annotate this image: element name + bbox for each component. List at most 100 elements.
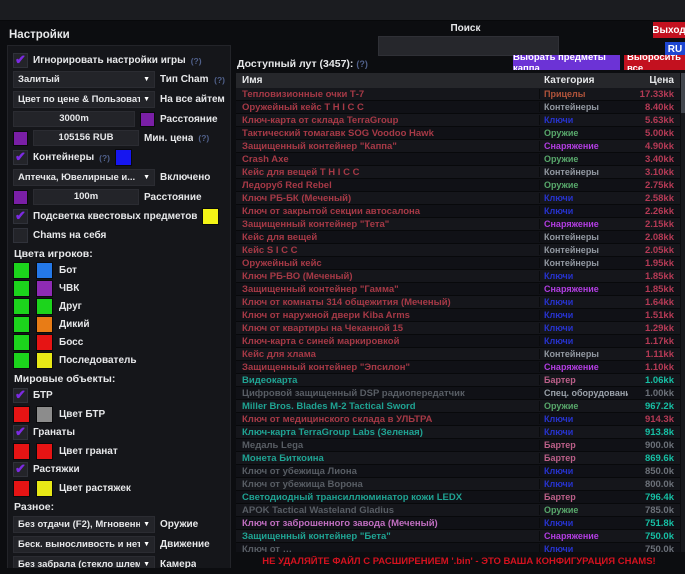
loot-table-row[interactable]: Ключ от убежища ЛионаКлючи850.0k (236, 465, 680, 478)
player-color-swatch-1[interactable] (13, 298, 30, 315)
loot-table-row[interactable]: Ключ от заброшенного завода (Меченый)Клю… (236, 517, 680, 530)
checkbox-checked-icon[interactable]: ✔ (13, 425, 28, 440)
grenade-color-swatch-2[interactable] (36, 443, 53, 460)
loot-table-row[interactable]: Оружейный кейс T H I C CКонтейнеры8.40kk (236, 101, 680, 114)
containers-distance-color-swatch[interactable] (13, 190, 28, 205)
weapon-select[interactable]: Без отдачи (F2), Мгновенное п ▼ (13, 516, 155, 533)
camera-select[interactable]: Без забрала (стекло шлема) ▼ (13, 556, 155, 568)
help-icon[interactable]: (?) (214, 75, 225, 85)
loot-item-price: 2.05kk (628, 245, 680, 256)
player-color-swatch-2[interactable] (36, 352, 53, 369)
loot-table-row[interactable]: Ключ от медицинского склада в УЛЬТРАКлюч… (236, 413, 680, 426)
player-color-swatch-1[interactable] (13, 352, 30, 369)
loot-table-row[interactable]: Защищенный контейнер "Каппа"Снаряжение4.… (236, 140, 680, 153)
column-header-category[interactable]: Категория (540, 75, 628, 86)
tripwire-color-swatch-1[interactable] (13, 480, 30, 497)
loot-table-row[interactable]: Ключ от …Ключи750.0k (236, 543, 680, 552)
grenade-color-swatch-1[interactable] (13, 443, 30, 460)
help-icon[interactable]: (?) (191, 56, 202, 66)
loot-table-row[interactable]: Защищенный контейнер "Эпсилон"Снаряжение… (236, 361, 680, 374)
loot-table-row[interactable]: Цифровой защищенный DSP радиопередатчикС… (236, 387, 680, 400)
help-icon[interactable]: (?) (356, 59, 368, 69)
player-color-swatch-2[interactable] (36, 334, 53, 351)
loot-table-row[interactable]: Ключ-карта TerraGroup Labs (Зеленая)Ключ… (236, 426, 680, 439)
checkbox-unchecked-icon[interactable] (13, 228, 28, 243)
player-color-label: Дикий (59, 319, 90, 330)
distance-input[interactable]: 3000m (13, 111, 135, 127)
all-items-select[interactable]: Цвет по цене & Пользователь ▼ (13, 91, 155, 108)
containers-color-swatch[interactable] (115, 149, 132, 166)
loot-item-category: Ключи (539, 427, 628, 437)
loot-table-row[interactable]: Ключ от комнаты 314 общежития (Меченый)К… (236, 296, 680, 309)
loot-table-row[interactable]: Тепловизионные очки Т-7Прицелы17.33kk (236, 88, 680, 101)
min-price-input[interactable]: 105156 RUB (33, 130, 139, 146)
distance-color-swatch[interactable] (140, 112, 155, 127)
player-color-swatch-1[interactable] (13, 262, 30, 279)
loot-table-row[interactable]: Ключ РБ-БК (Меченый)Ключи2.58kk (236, 192, 680, 205)
loot-table-row[interactable]: Ключ РБ-ВО (Меченый)Ключи1.85kk (236, 270, 680, 283)
search-input[interactable] (378, 36, 559, 56)
checkbox-checked-icon[interactable]: ✔ (13, 53, 28, 68)
player-color-swatch-2[interactable] (36, 262, 53, 279)
loot-table-row[interactable]: Защищенный контейнер "Тета"Снаряжение2.1… (236, 218, 680, 231)
quest-highlight-color-swatch[interactable] (202, 208, 219, 225)
loot-table-row[interactable]: Кейс для вещейКонтейнеры2.08kk (236, 231, 680, 244)
loot-table-row[interactable]: Ключ от закрытой секции автосалонаКлючи2… (236, 205, 680, 218)
player-color-swatch-2[interactable] (36, 316, 53, 333)
containers-filter-select[interactable]: Аптечка, Ювелирные и... ▼ (13, 169, 155, 186)
column-header-price[interactable]: Цена (628, 75, 680, 86)
checkbox-checked-icon[interactable]: ✔ (13, 209, 28, 224)
loot-table-row[interactable]: Кейс S I C CКонтейнеры2.05kk (236, 244, 680, 257)
loot-table-row[interactable]: APOK Tactical Wasteland GladiusОружие785… (236, 504, 680, 517)
loot-item-category: Контейнеры (539, 245, 628, 255)
exit-button[interactable]: Выход (653, 22, 685, 38)
scrollbar[interactable] (681, 73, 685, 552)
loot-table-row[interactable]: Ключ от убежища ВоронаКлючи800.0k (236, 478, 680, 491)
loot-table-row[interactable]: Ключ-карта с синей маркировкойКлючи1.17k… (236, 335, 680, 348)
checkbox-checked-icon[interactable]: ✔ (13, 388, 28, 403)
player-color-swatch-2[interactable] (36, 280, 53, 297)
loot-table-row[interactable]: Защищенный контейнер "Гамма"Снаряжение1.… (236, 283, 680, 296)
loot-table-row[interactable]: Защищенный контейнер "Бета"Снаряжение750… (236, 530, 680, 543)
player-color-swatch-1[interactable] (13, 280, 30, 297)
player-color-swatch-2[interactable] (36, 298, 53, 315)
loot-item-name: Защищенный контейнер "Тета" (236, 219, 539, 230)
loot-table-row[interactable]: Ледоруб Red RebelОружие2.75kk (236, 179, 680, 192)
loot-table-row[interactable]: ВидеокартаБартер1.06kk (236, 374, 680, 387)
loot-table-row[interactable]: Светодиодный трансиллюминатор кожи LEDXБ… (236, 491, 680, 504)
help-icon[interactable]: (?) (99, 153, 110, 163)
loot-table-row[interactable]: Miller Bros. Blades M-2 Tactical SwordОр… (236, 400, 680, 413)
loot-table-row[interactable]: Ключ-карта от склада TerraGroupКлючи5.63… (236, 114, 680, 127)
btr-color-row: Цвет БТР (13, 406, 225, 422)
checkbox-checked-icon[interactable]: ✔ (13, 462, 28, 477)
drop-all-button[interactable]: Выбросить все (624, 55, 685, 70)
movement-select[interactable]: Беск. выносливость и нет уста ▼ (13, 536, 155, 553)
player-color-swatch-1[interactable] (13, 316, 30, 333)
player-color-swatch-1[interactable] (13, 334, 30, 351)
loot-table-row[interactable]: Ключ от квартиры на Чеканной 15Ключи1.29… (236, 322, 680, 335)
loot-title-row: Доступный лут (3457): (?) (237, 58, 368, 70)
loot-table-row[interactable]: Ключ от наружной двери Kiba ArmsКлючи1.5… (236, 309, 680, 322)
chams-type-select[interactable]: Залитый ▼ (13, 71, 155, 88)
loot-table-row[interactable]: Медаль LegaБартер900.0k (236, 439, 680, 452)
tripwire-color-swatch-2[interactable] (36, 480, 53, 497)
btr-color-swatch-1[interactable] (13, 406, 30, 423)
loot-table-row[interactable]: Кейс для хламаКонтейнеры1.11kk (236, 348, 680, 361)
checkbox-checked-icon[interactable]: ✔ (13, 150, 28, 165)
loot-table-row[interactable]: Монета БиткоинаБартер869.6k (236, 452, 680, 465)
loot-table-header: Имя Категория Цена (236, 73, 680, 89)
loot-table-row[interactable]: Тактический томагавк SOG Voodoo HawkОруж… (236, 127, 680, 140)
loot-item-category: Ключи (539, 544, 628, 552)
min-price-color-swatch[interactable] (13, 131, 28, 146)
help-icon[interactable]: (?) (198, 133, 209, 143)
btr-color-swatch-2[interactable] (36, 406, 53, 423)
column-header-name[interactable]: Имя (236, 75, 540, 86)
loot-table-row[interactable]: Кейс для вещей T H I C CКонтейнеры3.10kk (236, 166, 680, 179)
loot-item-name: Кейс для хлама (236, 349, 539, 360)
loot-item-category: Контейнеры (539, 349, 628, 359)
loot-table-row[interactable]: Оружейный кейсКонтейнеры1.95kk (236, 257, 680, 270)
scrollbar-thumb[interactable] (681, 73, 685, 113)
loot-table-row[interactable]: Crash AxeОружие3.40kk (236, 153, 680, 166)
select-kappa-items-button[interactable]: Выбрать предметы каппа (513, 55, 620, 70)
containers-distance-input[interactable]: 100m (33, 189, 139, 205)
